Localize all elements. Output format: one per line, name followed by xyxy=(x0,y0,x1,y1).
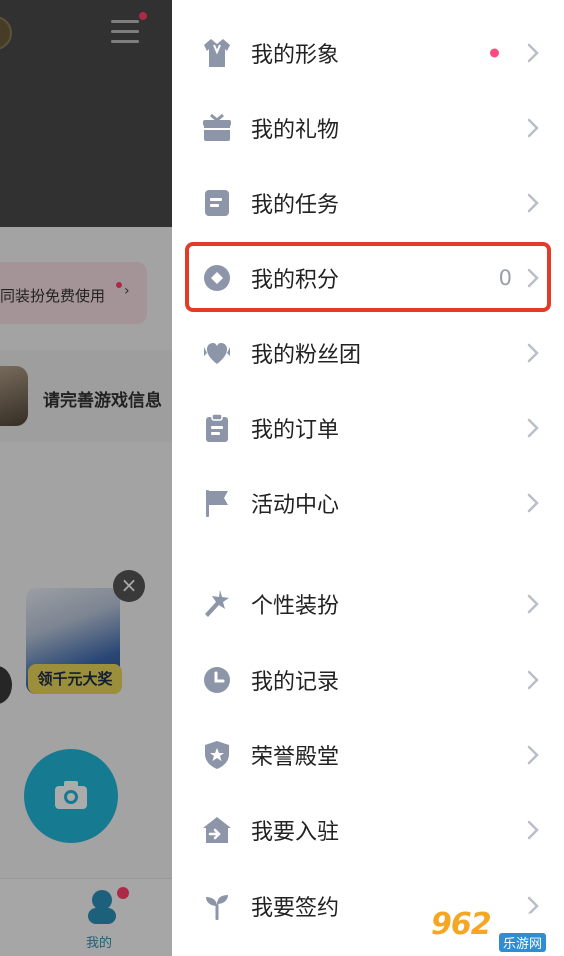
menu-item-label: 我的礼物 xyxy=(251,117,340,143)
chevron-right-icon xyxy=(527,745,539,764)
menu-item-label: 我的订单 xyxy=(251,417,340,443)
chevron-right-icon xyxy=(527,670,539,689)
gift-icon xyxy=(200,111,234,145)
shield-star-icon xyxy=(200,738,234,772)
house-enter-icon xyxy=(200,813,234,847)
sprout-icon xyxy=(200,889,234,923)
menu-item-label: 我的任务 xyxy=(251,192,340,218)
watermark-number: 962 xyxy=(431,907,492,942)
clock-icon xyxy=(200,663,234,697)
fan-club-icon xyxy=(200,336,234,370)
new-badge-dot xyxy=(490,48,499,57)
menu-item-label: 活动中心 xyxy=(251,492,340,518)
points-highlight-box xyxy=(185,242,551,312)
menu-item-my-orders[interactable]: 我的订单 xyxy=(172,390,564,465)
drawer-overlay[interactable] xyxy=(0,0,172,956)
magic-wand-icon xyxy=(200,587,234,621)
chevron-right-icon xyxy=(527,594,539,613)
flag-icon xyxy=(200,486,234,520)
chevron-right-icon xyxy=(527,193,539,212)
chevron-right-icon xyxy=(527,118,539,137)
menu-item-label: 我的粉丝团 xyxy=(251,342,362,368)
menu-item-label: 我要入驻 xyxy=(251,819,340,845)
menu-item-label: 个性装扮 xyxy=(251,593,340,619)
order-icon xyxy=(200,411,234,445)
menu-item-personal-decor[interactable]: 个性装扮 xyxy=(172,566,564,641)
background-page: 同装扮免费使用 › 请完善游戏信息 领千元大奖 × 我的 xyxy=(0,0,172,956)
menu-item-label: 荣誉殿堂 xyxy=(251,744,340,770)
menu-item-activity-center[interactable]: 活动中心 xyxy=(172,465,564,540)
chevron-right-icon xyxy=(527,493,539,512)
chevron-right-icon xyxy=(527,343,539,362)
watermark-site: 乐游网 xyxy=(499,933,547,952)
side-drawer: 我的形象 我的礼物 我的任务 我的积分 0 我的粉丝团 我的订单 活动中心 个性… xyxy=(172,0,564,956)
menu-item-label: 我的形象 xyxy=(251,42,340,68)
menu-item-my-records[interactable]: 我的记录 xyxy=(172,642,564,717)
menu-item-hall-of-fame[interactable]: 荣誉殿堂 xyxy=(172,717,564,792)
menu-item-label: 我要签约 xyxy=(251,895,340,921)
menu-item-my-tasks[interactable]: 我的任务 xyxy=(172,165,564,240)
menu-item-my-image[interactable]: 我的形象 xyxy=(172,15,564,90)
menu-item-join[interactable]: 我要入驻 xyxy=(172,792,564,867)
task-icon xyxy=(200,186,234,220)
chevron-right-icon xyxy=(527,418,539,437)
site-watermark: 962 .NET 乐游网 xyxy=(425,905,559,952)
menu-item-label: 我的记录 xyxy=(251,669,340,695)
menu-item-my-fan-club[interactable]: 我的粉丝团 xyxy=(172,315,564,390)
chevron-right-icon xyxy=(527,43,539,62)
chevron-right-icon xyxy=(527,820,539,839)
outfit-icon xyxy=(200,36,234,70)
menu-item-my-gifts[interactable]: 我的礼物 xyxy=(172,90,564,165)
